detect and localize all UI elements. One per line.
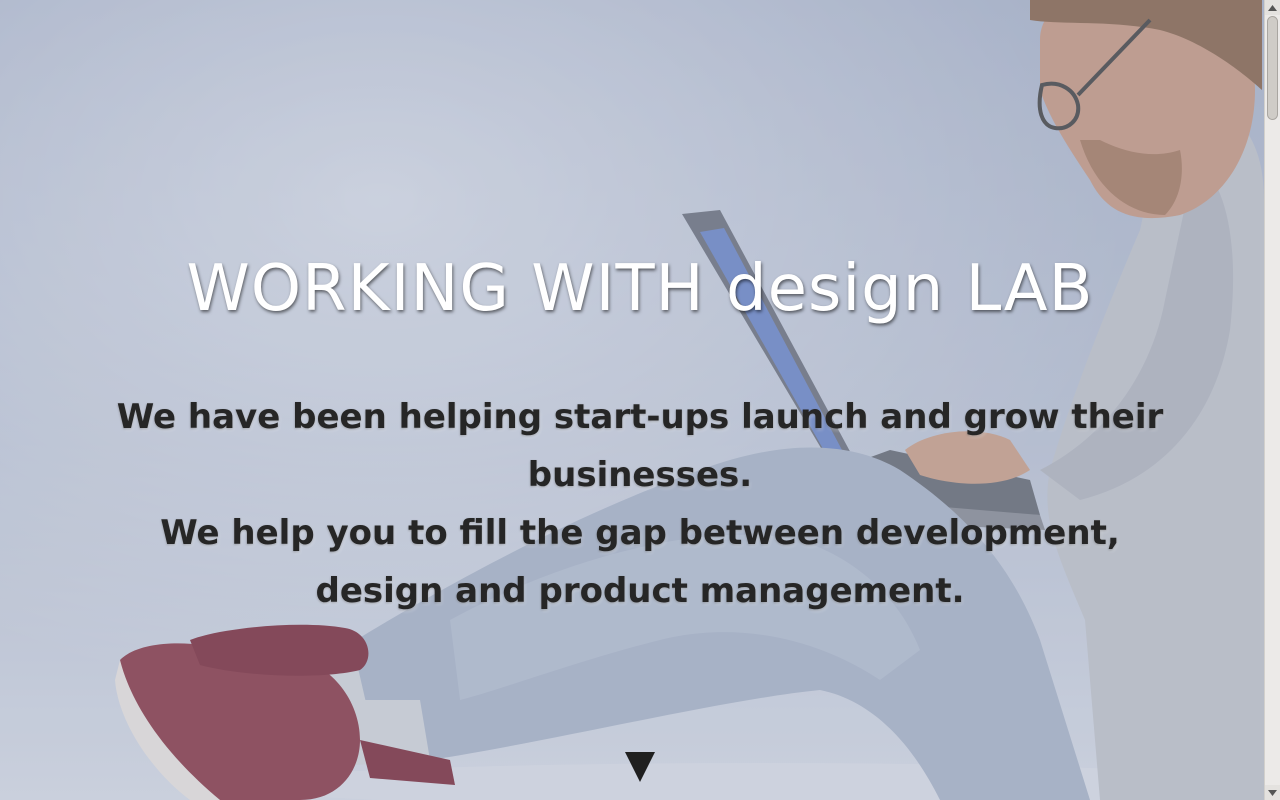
hero-tagline: We have been helping start-ups launch an… bbox=[100, 388, 1180, 620]
hero-headline: WORKING WITH design LAB bbox=[186, 252, 1094, 326]
arrow-up-icon bbox=[1268, 4, 1277, 11]
tagline-line-2: We help you to fill the gap between deve… bbox=[160, 513, 1120, 611]
triangle-down-icon bbox=[625, 752, 655, 782]
tagline-line-1: We have been helping start-ups launch an… bbox=[116, 397, 1164, 495]
scroll-down-button[interactable] bbox=[624, 751, 656, 783]
vertical-scrollbar[interactable] bbox=[1264, 0, 1280, 800]
scrollbar-thumb[interactable] bbox=[1267, 16, 1278, 120]
scroll-up-arrow[interactable] bbox=[1265, 0, 1280, 15]
scroll-down-arrow[interactable] bbox=[1265, 785, 1280, 800]
arrow-down-icon bbox=[1268, 789, 1277, 796]
